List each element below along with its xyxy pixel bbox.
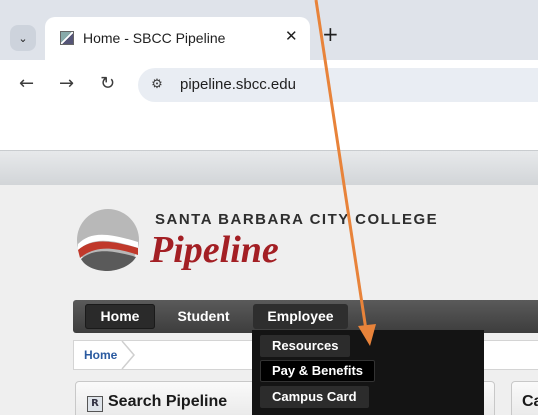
right-panel-title: Ca — [522, 393, 538, 410]
main-navbar: Home Student Employee — [73, 300, 538, 333]
forward-arrow-icon[interactable]: → — [59, 74, 74, 94]
app-title: Pipeline — [150, 229, 279, 271]
browser-tabstrip: ⌄ Home - SBCC Pipeline ✕ + — [0, 0, 538, 60]
chevron-down-icon: ⌄ — [18, 31, 28, 45]
search-panel-icon: R — [87, 396, 103, 412]
menu-item-campus-card[interactable]: Campus Card — [260, 386, 369, 408]
breadcrumb-home[interactable]: Home — [84, 348, 117, 362]
url-text[interactable]: pipeline.sbcc.edu — [180, 76, 296, 93]
menu-item-resources[interactable]: Resources — [260, 335, 351, 357]
favicon-icon — [60, 31, 74, 45]
nav-employee[interactable]: Employee — [253, 304, 348, 329]
tab-search-button[interactable]: ⌄ — [10, 25, 36, 51]
back-arrow-icon[interactable]: ← — [19, 74, 34, 94]
page-top-band — [0, 150, 538, 185]
address-bar[interactable]: ⚙ pipeline.sbcc.edu — [138, 68, 538, 102]
nav-student[interactable]: Student — [166, 304, 241, 329]
tab-title: Home - SBCC Pipeline — [83, 30, 226, 46]
breadcrumb-separator-icon — [121, 341, 135, 369]
nav-home[interactable]: Home — [85, 304, 155, 329]
search-panel-title: Search Pipeline — [108, 393, 228, 410]
browser-toolbar: ← → ↻ ⚙ pipeline.sbcc.edu — [0, 60, 538, 116]
employee-dropdown-menu: Resources Pay & Benefits Campus Card — [252, 330, 484, 415]
close-icon[interactable]: ✕ — [285, 27, 298, 45]
college-name: SANTA BARBARA CITY COLLEGE — [155, 211, 439, 228]
college-logo-icon — [77, 209, 139, 271]
browser-tab-home[interactable]: Home - SBCC Pipeline ✕ — [45, 17, 310, 60]
menu-item-pay-benefits[interactable]: Pay & Benefits — [260, 360, 376, 382]
new-tab-button[interactable]: + — [322, 24, 339, 44]
reload-icon[interactable]: ↻ — [100, 74, 115, 94]
right-panel: Ca — [511, 381, 538, 415]
site-settings-icon[interactable]: ⚙ — [148, 76, 166, 94]
